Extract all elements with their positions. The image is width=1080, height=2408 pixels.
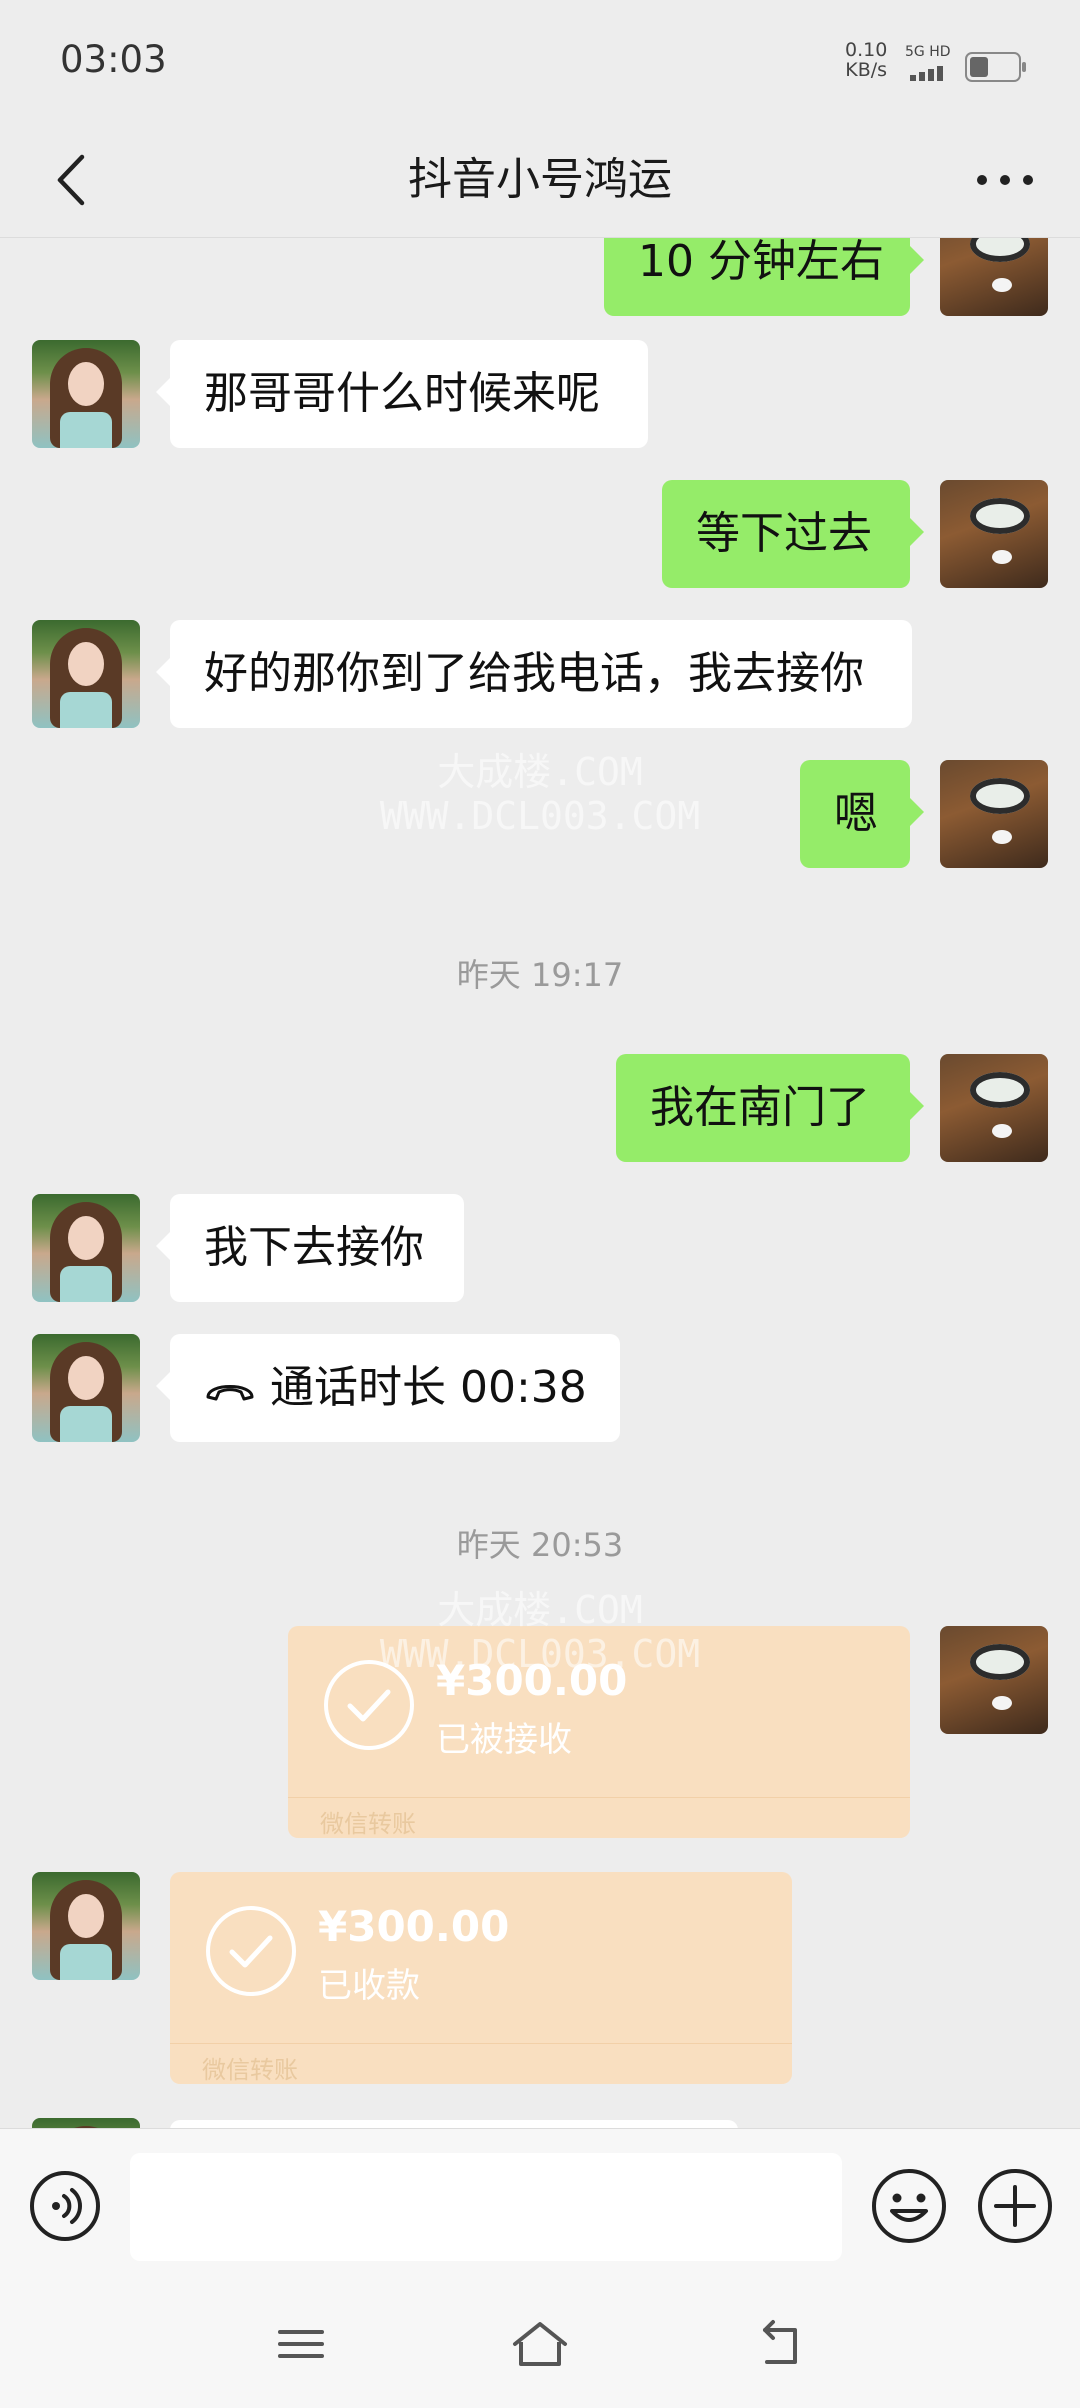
chat-area[interactable]: 10 分钟左右 那哥哥什么时候来呢 等下过去 好的那你到了给我电话，我去接你 嗯… (0, 238, 1080, 2128)
menu-icon[interactable] (266, 2314, 336, 2374)
contact-avatar[interactable] (32, 1334, 140, 1442)
message-text: 等下过去 (696, 508, 872, 559)
network-speed: 0.10 KB/s (845, 40, 887, 80)
check-icon (324, 1660, 414, 1750)
watermark-line1: 大成楼.COM (437, 750, 643, 794)
my-avatar[interactable] (940, 238, 1048, 316)
timestamp: 昨天 20:53 (456, 1526, 624, 1564)
phone-hangup-icon (206, 1385, 254, 1401)
message-text: 10 分钟左右 (638, 238, 884, 287)
message-sent[interactable]: 嗯 (800, 760, 924, 868)
message-input[interactable] (130, 2153, 842, 2261)
transfer-card-received[interactable]: ¥300.00 已收款 微信转账 (170, 1872, 792, 2084)
system-navigation-bar (0, 2284, 1080, 2408)
message-sent[interactable]: 等下过去 (662, 480, 924, 588)
input-bar (0, 2128, 1080, 2284)
contact-avatar[interactable] (32, 620, 140, 728)
contact-avatar[interactable] (32, 2118, 140, 2128)
transfer-label: 微信转账 (320, 1810, 416, 1838)
my-avatar[interactable] (940, 760, 1048, 868)
message-received[interactable]: 好的那你到了给我电话，我去接你 (156, 620, 912, 728)
contact-avatar[interactable] (32, 1872, 140, 1980)
back-icon[interactable] (745, 2314, 815, 2374)
my-avatar[interactable] (940, 480, 1048, 588)
watermark: 大成楼.COM WWW.DCL003.COM (340, 750, 740, 838)
plus-icon[interactable] (976, 2167, 1054, 2245)
contact-avatar[interactable] (32, 1194, 140, 1302)
status-time: 03:03 (60, 38, 167, 81)
voice-icon[interactable] (28, 2169, 102, 2243)
call-record-message[interactable]: 通话时长 00:38 (156, 1334, 620, 1442)
message-received[interactable]: 我下去接你 (156, 1194, 464, 1302)
my-avatar[interactable] (940, 1054, 1048, 1162)
transfer-card-sent[interactable]: ¥300.00 已被接收 微信转账 (288, 1626, 910, 1838)
message-received[interactable] (170, 2120, 738, 2128)
chat-header: 抖音小号鸿运 (0, 125, 1080, 238)
transfer-label: 微信转账 (202, 2056, 298, 2084)
message-text: 那哥哥什么时候来呢 (204, 368, 600, 419)
more-icon[interactable] (970, 145, 1040, 215)
emoji-icon[interactable] (870, 2167, 948, 2245)
contact-avatar[interactable] (32, 340, 140, 448)
check-icon (206, 1906, 296, 1996)
transfer-status: 已被接收 (436, 1720, 572, 1760)
transfer-footer: 微信转账 (288, 1797, 910, 1838)
message-text: 我下去接你 (204, 1222, 424, 1273)
battery-icon (965, 52, 1026, 82)
message-received[interactable]: 那哥哥什么时候来呢 (156, 340, 648, 448)
signal-icon (910, 62, 955, 81)
timestamp: 昨天 19:17 (456, 956, 624, 994)
transfer-status: 已收款 (318, 1966, 420, 2006)
transfer-amount: ¥300.00 (436, 1656, 628, 1705)
transfer-footer: 微信转账 (170, 2043, 792, 2084)
status-bar: 03:03 0.10 KB/s 5G HD (0, 0, 1080, 125)
chat-title: 抖音小号鸿运 (408, 154, 672, 205)
my-avatar[interactable] (940, 1626, 1048, 1734)
signal-label: 5G HD (905, 44, 951, 60)
call-duration-text: 通话时长 00:38 (270, 1362, 587, 1413)
transfer-amount: ¥300.00 (318, 1902, 510, 1951)
message-sent[interactable]: 10 分钟左右 (604, 238, 924, 316)
home-icon[interactable] (505, 2314, 575, 2374)
message-text: 嗯 (834, 788, 878, 839)
message-text: 好的那你到了给我电话，我去接你 (204, 648, 864, 699)
message-sent[interactable]: 我在南门了 (616, 1054, 924, 1162)
watermark-line2: WWW.DCL003.COM (379, 794, 701, 838)
network-speed-unit: KB/s (845, 59, 888, 81)
message-text: 我在南门了 (650, 1082, 870, 1133)
network-speed-value: 0.10 (845, 39, 888, 61)
